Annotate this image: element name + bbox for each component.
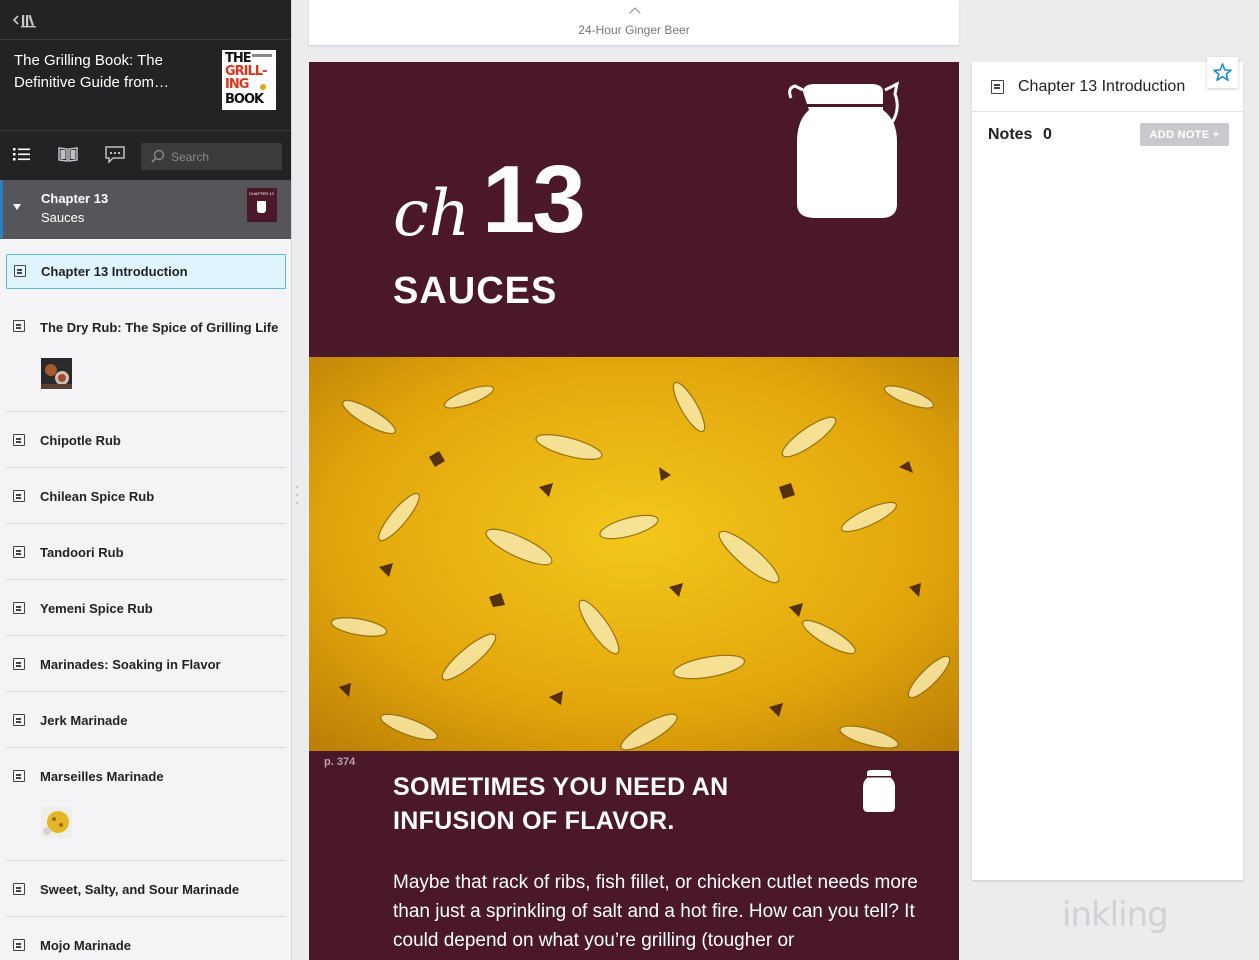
chapter-big-number: 13 — [482, 146, 586, 253]
notes-label: Notes — [988, 126, 1033, 143]
sidebar-header: The Grilling Book: The Definitive Guide … — [0, 0, 291, 180]
marseilles-marinade-thumbnail — [41, 807, 72, 838]
toc-item-label: The Dry Rub: The Spice of Grilling Life — [40, 320, 279, 335]
document-icon — [13, 490, 25, 502]
toc-button[interactable] — [12, 145, 34, 165]
book-title[interactable]: The Grilling Book: The Definitive Guide … — [14, 50, 204, 94]
toc-item-dry-rub[interactable]: The Dry Rub: The Spice of Grilling Life — [6, 302, 286, 412]
notes-section-title: Chapter 13 Introduction — [1018, 78, 1186, 95]
library-button[interactable] — [12, 10, 42, 30]
sidebar-top-bar — [0, 0, 291, 40]
chapter-name: Sauces — [41, 210, 85, 225]
toc-item-label: Marinades: Soaking in Flavor — [40, 657, 221, 672]
add-note-button[interactable]: ADD NOTE + — [1140, 123, 1229, 146]
magnifier-icon — [151, 149, 165, 163]
notes-view-button[interactable] — [104, 145, 126, 165]
toc-item-mojo-marinade[interactable]: Mojo Marinade — [6, 917, 286, 960]
sidebar-toolbar — [0, 130, 291, 180]
toc-item-tandoori-rub[interactable]: Tandoori Rub — [6, 524, 286, 580]
notes-panel-header: Chapter 13 Introduction — [972, 62, 1243, 112]
document-icon — [13, 434, 25, 446]
bookmark-button[interactable] — [1207, 57, 1238, 88]
previous-section-nav[interactable]: 24-Hour Ginger Beer — [309, 0, 959, 45]
toc-item-label: Chipotle Rub — [40, 433, 121, 448]
search-input[interactable] — [171, 147, 276, 166]
document-icon — [13, 546, 25, 558]
toc-item-jerk-marinade[interactable]: Jerk Marinade — [6, 692, 286, 748]
toc-item-label: Mojo Marinade — [40, 938, 132, 953]
cover-line-4: BOOK — [225, 92, 264, 107]
notes-count: 0 — [1043, 126, 1052, 143]
toc-item-marseilles-marinade[interactable]: Marseilles Marinade — [6, 748, 286, 861]
jar-icon — [788, 81, 900, 218]
document-icon — [13, 320, 25, 332]
toc-item-label: Sweet, Salty, and Sour Marinade — [40, 882, 240, 897]
cover-line-3: ING — [225, 77, 249, 92]
book-view-button[interactable] — [58, 145, 80, 165]
cover-dot — [260, 84, 266, 90]
list-icon — [13, 148, 30, 161]
cover-tag — [252, 54, 272, 57]
jar-icon — [257, 201, 266, 213]
dry-rub-thumbnail — [41, 358, 72, 389]
toc-item-label: Jerk Marinade — [40, 713, 128, 728]
toc-item-chapter-13-introduction[interactable]: Chapter 13 Introduction — [6, 254, 286, 289]
chapter-header[interactable]: Chapter 13 Sauces CHAPTER 13 — [0, 180, 291, 239]
toc-item-label: Chapter 13 Introduction — [41, 264, 188, 279]
book-title-line-2: Definitive Guide from… — [14, 74, 170, 91]
page-number: p. 374 — [324, 756, 356, 768]
toc-item-chipotle-rub[interactable]: Chipotle Rub — [6, 412, 286, 468]
chapter-page: ch 13 SAUCES p. 374 SOMETIMES YOU NEED A… — [309, 62, 959, 960]
notes-panel: Chapter 13 Introduction Notes 0 ADD NOTE… — [972, 57, 1243, 880]
chapter-thumbnail: CHAPTER 13 — [247, 188, 277, 222]
chapter-prefix: ch — [393, 177, 471, 251]
search-box[interactable] — [141, 143, 282, 170]
book-title-line-1: The Grilling Book: The — [14, 52, 163, 69]
toc-item-label: Tandoori Rub — [40, 545, 124, 560]
chapter-number: Chapter 13 — [41, 191, 109, 206]
body-paragraph: Maybe that rack of ribs, fish fillet, or… — [393, 872, 918, 951]
toc-item-marinades[interactable]: Marinades: Soaking in Flavor — [6, 636, 286, 692]
document-icon — [991, 80, 1004, 94]
chapter-thumb-text: CHAPTER 13 — [249, 191, 274, 196]
inkling-logo: inkling — [1062, 895, 1169, 935]
document-icon — [13, 602, 25, 614]
open-book-icon — [58, 147, 78, 162]
document-icon — [13, 714, 25, 726]
previous-section-title: 24-Hour Ginger Beer — [578, 23, 690, 37]
sidebar: The Grilling Book: The Definitive Guide … — [0, 0, 292, 960]
back-library-icon — [12, 14, 36, 28]
fennel-seeds-image — [309, 357, 959, 751]
sidebar-resize-handle[interactable] — [296, 486, 300, 522]
collapse-triangle-icon[interactable] — [13, 204, 21, 210]
jar-icon — [863, 770, 895, 812]
toc-item-label: Yemeni Spice Rub — [40, 601, 153, 616]
document-icon — [13, 658, 25, 670]
section-headline: SOMETIMES YOU NEED AN INFUSION OF FLAVOR… — [393, 773, 729, 835]
star-outline-icon — [1213, 63, 1232, 82]
document-icon — [13, 770, 25, 782]
speech-bubble-icon — [105, 146, 125, 164]
toc-item-label: Chilean Spice Rub — [40, 489, 155, 504]
document-icon — [14, 265, 26, 277]
chapter-title: SAUCES — [393, 270, 558, 312]
document-icon — [13, 939, 25, 951]
book-cover: THE GRILL- ING BOOK — [222, 50, 276, 110]
toc-item-sweet-salty-sour-marinade[interactable]: Sweet, Salty, and Sour Marinade — [6, 861, 286, 917]
toc-item-yemeni-spice-rub[interactable]: Yemeni Spice Rub — [6, 580, 286, 636]
toc-item-label: Marseilles Marinade — [40, 769, 164, 784]
toc-item-chilean-spice-rub[interactable]: Chilean Spice Rub — [6, 468, 286, 524]
chevron-up-icon — [629, 7, 641, 19]
document-icon — [13, 883, 25, 895]
